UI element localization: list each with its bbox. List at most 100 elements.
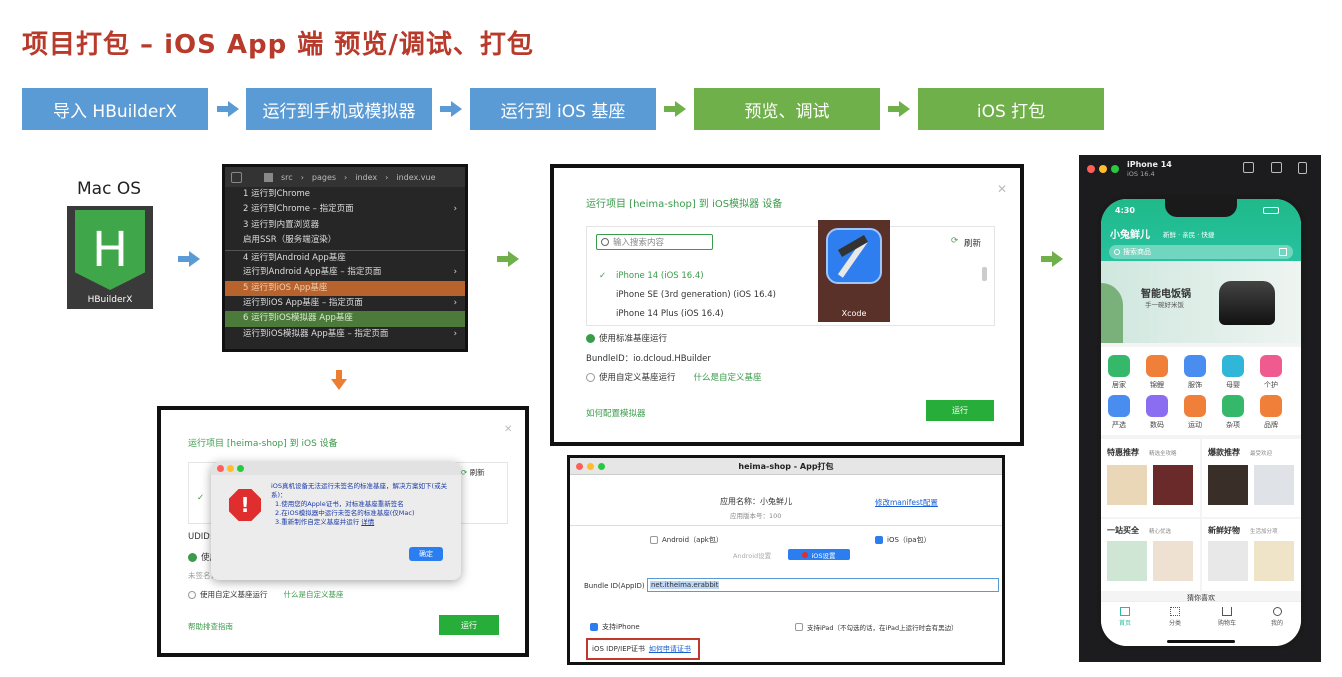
bundle-id-value: net.itheima.erabbit: [650, 581, 720, 589]
category-item[interactable]: 母婴: [1221, 355, 1245, 390]
support-iphone-option[interactable]: 支持iPhone: [590, 622, 640, 632]
use-standard-option[interactable]: 使用标准基座运行: [586, 332, 667, 344]
minimize-dot-icon[interactable]: [227, 465, 234, 472]
detail-link[interactable]: 详情: [361, 518, 374, 526]
run-button[interactable]: 运行: [439, 615, 499, 635]
refresh-icon[interactable]: ⟳: [951, 236, 958, 246]
promo-card[interactable]: 新鲜好物 生活加分项: [1202, 519, 1301, 591]
plant-image: [1101, 283, 1123, 343]
config-simulator-link[interactable]: 如何配置模拟器: [586, 407, 646, 419]
menu-item-chrome-page[interactable]: 2 运行到Chrome – 指定页面 ›: [225, 202, 465, 217]
use-custom-option[interactable]: 使用自定义基座运行 什么是自定义基座: [586, 371, 762, 383]
window-titlebar: heima-shop - App打包: [570, 458, 1002, 475]
tab-cart[interactable]: 购物车: [1215, 607, 1239, 627]
close-dot-icon[interactable]: [217, 465, 224, 472]
device-item[interactable]: iPhone 14 (iOS 16.4): [616, 271, 704, 281]
certificate-row: iOS IDP/IEP证书 如何申请证书: [586, 638, 700, 660]
category-item[interactable]: 服饰: [1183, 355, 1207, 390]
breadcrumb-pages[interactable]: pages: [312, 173, 336, 182]
menu-item-builtin-browser[interactable]: 3 运行到内置浏览器: [225, 218, 465, 233]
zoom-dot-icon[interactable]: [1111, 165, 1119, 173]
category-item[interactable]: 数码: [1145, 395, 1169, 430]
close-icon[interactable]: ✕: [997, 182, 1007, 196]
step-run-device: 运行到手机或模拟器: [246, 88, 432, 130]
menu-item-ios-simulator-page[interactable]: 运行到iOS模拟器 App基座 – 指定页面 ›: [225, 327, 465, 342]
scrollbar[interactable]: [982, 267, 987, 281]
menu-item-ios-simulator[interactable]: 6 运行到iOS模拟器 App基座: [225, 311, 465, 327]
banner[interactable]: 智能电饭锅 手一碗好米饭: [1101, 261, 1301, 343]
sim-title: iPhone 14: [1127, 160, 1172, 169]
category-icon: [1184, 395, 1206, 417]
tab-label: 首页: [1118, 620, 1131, 627]
menu-item-android-page[interactable]: 运行到Android App基座 – 指定页面 ›: [225, 265, 465, 280]
custom-base-link[interactable]: 什么是自定义基座: [694, 371, 762, 383]
menu-item-ios-base-page[interactable]: 运行到iOS App基座 – 指定页面 ›: [225, 296, 465, 311]
category-item[interactable]: 个护: [1259, 355, 1283, 390]
zoom-dot-icon[interactable]: [237, 465, 244, 472]
manifest-link[interactable]: 修改manifest配置: [875, 497, 938, 508]
alert-line: 1.使用您的Apple证书，对标准基座重新签名: [275, 500, 404, 508]
app-tagline: 新鲜 · 亲民 · 快捷: [1163, 231, 1215, 239]
menu-item-ios-base[interactable]: 5 运行到iOS App基座: [225, 280, 465, 297]
promo-card[interactable]: 一站买全 精心优选: [1101, 519, 1200, 591]
rice-cooker-image: [1219, 281, 1275, 325]
battery-icon: [1263, 207, 1279, 214]
xcode-label: Xcode: [841, 309, 867, 318]
support-ipad-option[interactable]: 支持iPad（不勾选的话，在iPad上运行时会有黑边）: [795, 622, 958, 632]
promo-card[interactable]: 特惠推荐 精选全攻略: [1101, 439, 1200, 517]
breadcrumb-file[interactable]: index.vue: [396, 173, 435, 182]
scan-icon[interactable]: [1279, 248, 1287, 256]
device-item[interactable]: iPhone SE (3rd generation) (iOS 16.4): [616, 290, 776, 300]
breadcrumb-index[interactable]: index: [355, 173, 377, 182]
breadcrumb-src[interactable]: src: [281, 173, 293, 182]
category-icon: [1222, 395, 1244, 417]
rotate-icon[interactable]: [1298, 162, 1307, 174]
tab-android[interactable]: Android设置: [733, 550, 771, 560]
banner-subtitle: 手一碗好米饭: [1145, 301, 1184, 309]
category-item[interactable]: 锦鲤: [1145, 355, 1169, 390]
run-button[interactable]: 运行: [926, 400, 994, 421]
check-icon: ✓: [599, 271, 607, 281]
category-grid: 居家 锦鲤 服饰 母婴 个护 严选 数码 运动 杂项 品牌: [1101, 347, 1301, 435]
troubleshoot-link[interactable]: 帮助排查指南: [188, 621, 233, 632]
arrow-right-icon: [1041, 251, 1063, 267]
category-item[interactable]: 运动: [1183, 395, 1207, 430]
screenshot-icon[interactable]: [1271, 162, 1282, 173]
option-label: 使用自定义基座运行: [200, 590, 268, 599]
tab-home[interactable]: 首页: [1115, 607, 1135, 627]
confirm-button[interactable]: 确定: [409, 547, 443, 561]
menu-item-ssr[interactable]: 启用SSR（服务端渲染）: [225, 233, 465, 248]
menu-item-chrome[interactable]: 1 运行到Chrome: [225, 187, 465, 202]
option-label: 使用自定义基座运行: [599, 373, 676, 383]
chevron-right-icon: ›: [453, 204, 457, 215]
apply-cert-link[interactable]: 如何申请证书: [649, 644, 691, 654]
category-item[interactable]: 杂项: [1221, 395, 1245, 430]
search-bar[interactable]: 搜索商品: [1109, 245, 1293, 259]
custom-base-link[interactable]: 什么是自定义基座: [284, 589, 344, 600]
category-item[interactable]: 严选: [1107, 395, 1131, 430]
device-item[interactable]: iPhone 14 Plus (iOS 16.4): [616, 309, 724, 319]
category-item[interactable]: 居家: [1107, 355, 1131, 390]
android-option[interactable]: Android（apk包）: [650, 535, 723, 545]
use-custom-option[interactable]: 使用自定义基座运行 什么是自定义基座: [188, 589, 344, 600]
refresh-label[interactable]: 刷新: [964, 237, 981, 249]
tab-me[interactable]: 我的: [1267, 607, 1287, 627]
ios-option[interactable]: iOS（ipa包）: [875, 535, 931, 545]
arrow-right-icon: [497, 251, 519, 267]
category-label: 锦鲤: [1150, 381, 1164, 389]
tab-ios[interactable]: iOS设置: [788, 549, 850, 560]
tab-category[interactable]: 分类: [1165, 607, 1185, 627]
close-dot-icon[interactable]: [1087, 165, 1095, 173]
category-item[interactable]: 品牌: [1259, 395, 1283, 430]
bundle-id-input[interactable]: net.itheima.erabbit: [647, 578, 999, 592]
search-input[interactable]: 输入搜索内容: [596, 234, 713, 250]
refresh-button[interactable]: ⟳ 刷新: [461, 467, 485, 478]
minimize-dot-icon[interactable]: [1099, 165, 1107, 173]
tab-bar: 首页 分类 购物车 我的: [1101, 601, 1301, 646]
category-label: 母婴: [1226, 381, 1240, 389]
close-icon[interactable]: ✕: [504, 424, 512, 435]
menu-item-android[interactable]: 4 运行到Android App基座: [225, 250, 465, 265]
promo-card[interactable]: 爆款推荐 最受欢迎: [1202, 439, 1301, 517]
menu-item-label: 运行到iOS App基座 – 指定页面: [243, 298, 363, 309]
home-icon[interactable]: [1243, 162, 1254, 173]
